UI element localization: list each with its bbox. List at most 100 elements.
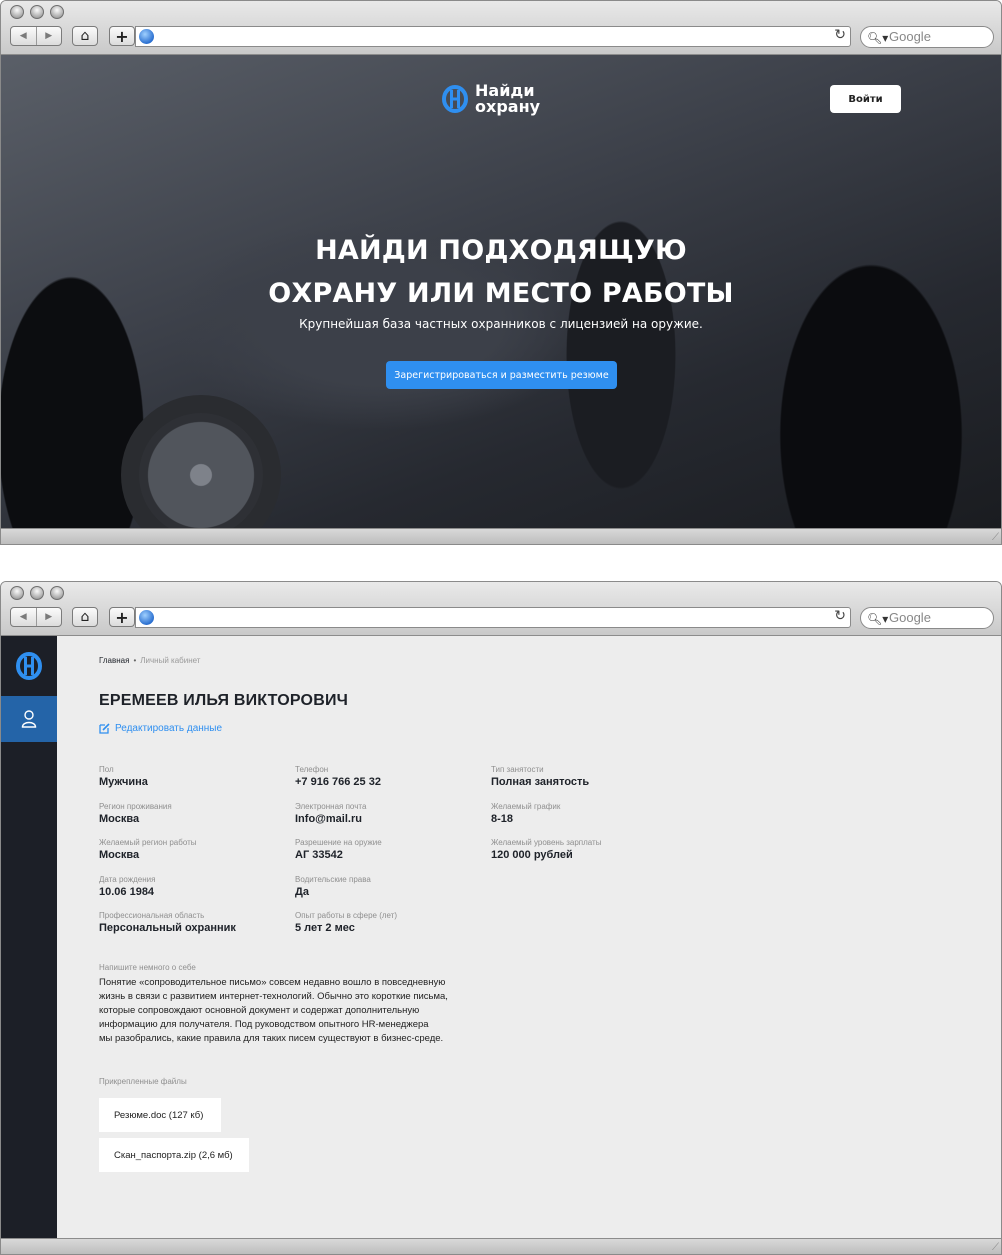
attached-file-passport[interactable]: Скан_паспорта.zip (2,6 мб) xyxy=(99,1138,249,1172)
field-value: Москва xyxy=(99,812,140,825)
field-label: Профессиональная область xyxy=(99,911,205,920)
about-text: Понятие «сопроводительное письмо» совсем… xyxy=(99,976,479,1046)
field-value: Мужчина xyxy=(99,776,148,788)
search-icon: 🔍︎▾ xyxy=(867,612,889,626)
search-placeholder: Google xyxy=(889,610,931,625)
field-driver-license: Водительские права Да xyxy=(295,874,485,911)
profile-column-personal: Пол Мужчина Регион проживания Москва Желае… xyxy=(99,764,289,947)
sidebar xyxy=(1,636,57,1238)
field-gender: Пол Мужчина xyxy=(99,764,289,801)
field-value: АГ 33542 xyxy=(295,849,343,861)
field-label: Тип занятости xyxy=(491,765,544,774)
search-field[interactable]: 🔍︎▾ Google xyxy=(860,607,994,629)
browser-toolbar: ◀ ▶ ⌂ + ↻ 🔍︎▾ Google xyxy=(1,582,1001,636)
about-line: Понятие «сопроводительное письмо» совсем… xyxy=(99,977,446,988)
reload-icon[interactable]: ↻ xyxy=(834,27,846,43)
about-line: жизнь в связи с развитием интернет-техно… xyxy=(99,991,448,1002)
status-bar: ⟋ xyxy=(1,528,1001,544)
forward-icon[interactable]: ▶ xyxy=(37,27,62,45)
breadcrumb-current: Личный кабинет xyxy=(140,656,201,665)
back-icon[interactable]: ◀ xyxy=(11,27,37,45)
field-weapon-permit: Разрешение на оружие АГ 33542 xyxy=(295,837,485,874)
edit-profile-label: Редактировать данные xyxy=(115,723,223,734)
address-bar[interactable]: ↻ xyxy=(135,26,851,47)
field-value: 8-18 xyxy=(491,812,514,825)
edit-icon xyxy=(99,723,110,734)
field-value: 120 000 рублей xyxy=(491,849,573,861)
logo-text: Найди охрану xyxy=(475,81,541,116)
resize-grip-icon[interactable]: ⟋ xyxy=(992,1242,999,1253)
field-label: Телефон xyxy=(295,765,329,774)
about-label: Напишите немного о себе xyxy=(99,963,196,972)
field-experience: Опыт работы в сфере (лет) 5 лет 2 мес xyxy=(295,910,485,947)
field-label: Водительские права xyxy=(295,874,371,884)
search-placeholder: Google xyxy=(889,29,931,44)
close-window-button[interactable] xyxy=(10,586,24,600)
window-controls xyxy=(10,5,64,19)
breadcrumb: Главная • Личный кабинет xyxy=(99,656,200,665)
field-phone: Телефон +7 916 766 25 32 xyxy=(295,764,485,801)
minimize-window-button[interactable] xyxy=(30,5,44,19)
field-label: Разрешение на оружие xyxy=(295,838,382,847)
hero-section: Найди охрану Войти НАЙДИ ПОДХОДЯЩУЮ ОХРА… xyxy=(1,55,1001,529)
login-button[interactable]: Войти xyxy=(830,85,901,113)
hero-subtitle: Крупнейшая база частных охранников с лиц… xyxy=(299,317,703,331)
add-tab-icon[interactable]: + xyxy=(109,26,135,46)
field-label: Пол xyxy=(99,765,114,774)
breadcrumb-separator: • xyxy=(133,656,137,665)
field-birth-date: Дата рождения 10.06 1984 xyxy=(99,874,289,911)
reload-icon[interactable]: ↻ xyxy=(834,608,846,624)
field-residence-region: Регион проживания Москва xyxy=(99,801,289,838)
minimize-window-button[interactable] xyxy=(30,586,44,600)
site-logo[interactable]: Найди охрану xyxy=(441,83,555,115)
edit-profile-link[interactable]: Редактировать данные xyxy=(99,723,222,734)
page-title: ЕРЕМЕЕВ ИЛЬЯ ВИКТОРОВИЧ xyxy=(99,692,349,709)
search-field[interactable]: 🔍︎▾ Google xyxy=(860,26,994,48)
forward-icon[interactable]: ▶ xyxy=(37,608,62,626)
field-salary: Желаемый уровень зарплаты 120 000 рублей xyxy=(491,837,681,874)
zoom-window-button[interactable] xyxy=(50,5,64,19)
field-value: Да xyxy=(295,885,309,898)
field-work-region: Желаемый регион работы Москва xyxy=(99,837,289,874)
user-icon xyxy=(21,710,37,728)
field-label: Желаемый регион работы xyxy=(99,838,197,847)
sidebar-logo[interactable] xyxy=(1,636,57,696)
zoom-window-button[interactable] xyxy=(50,586,64,600)
field-value: +7 916 766 25 32 xyxy=(295,776,381,788)
about-line: информацию для получателя. Под руководст… xyxy=(99,1019,429,1030)
field-label: Дата рождения xyxy=(99,874,156,884)
attached-file-resume[interactable]: Резюме.doc (127 кб) xyxy=(99,1098,221,1132)
field-value: Info@mail.ru xyxy=(295,812,362,825)
window-controls xyxy=(10,586,64,600)
field-value: Полная занятость xyxy=(491,776,590,788)
history-nav: ◀ ▶ xyxy=(10,26,62,46)
logo-icon xyxy=(16,652,42,680)
search-icon: 🔍︎▾ xyxy=(867,31,889,45)
resize-grip-icon[interactable]: ⟋ xyxy=(992,532,999,543)
home-icon[interactable]: ⌂ xyxy=(72,26,98,46)
field-email: Электронная почта Info@mail.ru xyxy=(295,801,485,838)
logo-icon xyxy=(442,85,468,113)
home-icon[interactable]: ⌂ xyxy=(72,607,98,627)
field-employment-type: Тип занятости Полная занятость xyxy=(491,764,681,801)
hero-title-line1: НАЙДИ ПОДХОДЯЩУЮ xyxy=(315,235,687,266)
close-window-button[interactable] xyxy=(10,5,24,19)
cabinet-page: Главная • Личный кабинет ЕРЕМЕЕВ ИЛЬЯ ВИКТ… xyxy=(1,636,1001,1238)
add-tab-icon[interactable]: + xyxy=(109,607,135,627)
field-label: Желаемый уровень зарплаты xyxy=(491,838,602,847)
field-label: Регион проживания xyxy=(99,801,172,811)
register-button[interactable]: Зарегистрироваться и разместить резюме xyxy=(386,361,617,389)
back-icon[interactable]: ◀ xyxy=(11,608,37,626)
hero-title: НАЙДИ ПОДХОДЯЩУЮ ОХРАНУ ИЛИ МЕСТО РАБОТЫ xyxy=(201,229,801,315)
field-value: Персональный охранник xyxy=(99,922,236,934)
breadcrumb-home[interactable]: Главная xyxy=(99,656,129,665)
hero-background-image xyxy=(121,395,281,529)
address-bar[interactable]: ↻ xyxy=(135,607,851,628)
browser-toolbar: ◀ ▶ ⌂ + ↻ 🔍︎▾ Google xyxy=(1,1,1001,55)
globe-icon xyxy=(139,610,154,625)
history-nav: ◀ ▶ xyxy=(10,607,62,627)
field-value: Москва xyxy=(99,849,140,861)
files-label: Прикрепленные файлы xyxy=(99,1077,187,1086)
sidebar-item-profile[interactable] xyxy=(1,696,57,742)
field-label: Желаемый график xyxy=(491,801,561,811)
